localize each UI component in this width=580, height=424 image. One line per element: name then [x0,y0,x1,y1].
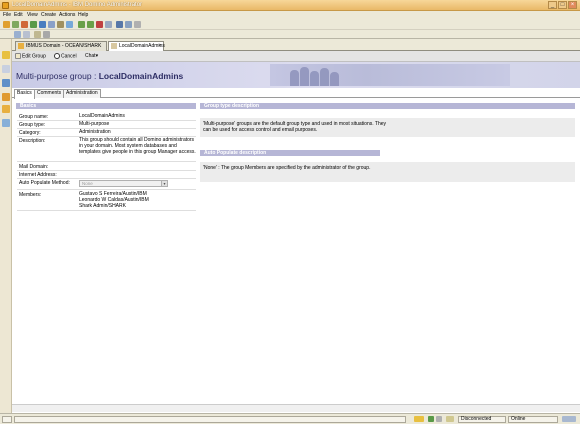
toolbar-secondary [0,30,580,39]
address-icon[interactable] [105,21,112,28]
tab-administration[interactable]: Administration [63,89,101,98]
figure [320,68,329,86]
auto-populate-description-text: 'None' : The group Members are specified… [200,162,575,182]
group-type-description-text: 'Multi-purpose' groups are the default g… [200,118,575,137]
banner-people-image [270,64,510,86]
close-window-button[interactable]: × [568,1,577,9]
group-type-value: Multi-purpose [79,121,110,127]
mail-status-icon[interactable] [414,416,424,422]
window-title: LocalDomainAdmins - IBM Domino Administr… [12,2,143,8]
minimize-button[interactable]: _ [548,1,557,9]
chevron-down-icon: ▾ [95,53,99,59]
status-bar: Disconnected Online [0,413,580,424]
attach-icon[interactable] [23,31,30,38]
contacts-bookmark-icon[interactable] [2,79,10,87]
auto-populate-description-header: Auto Populate description [200,150,380,156]
group-type-description-header: Group type description [200,103,575,109]
tab-label: IBMUS Domain - OCEAN/SHARK [26,43,102,49]
edit-group-button[interactable]: Edit Group [15,53,46,59]
description-value: This group should contain all Domino adm… [79,137,196,155]
member-item: Shark Admin/SHARK [79,203,126,209]
status-message [2,416,12,423]
tab-basics[interactable]: Basics [14,89,35,99]
status-text [14,416,406,423]
calendar-bookmark-icon[interactable] [2,65,10,73]
figure [300,67,309,86]
tools-icon[interactable] [116,21,123,28]
close-tab-icon[interactable]: × [158,42,161,50]
divider [17,170,196,171]
menu-actions[interactable]: Actions [59,12,75,18]
home-icon[interactable] [21,21,28,28]
menu-file[interactable]: File [3,12,11,18]
tab-ibmus-domain[interactable]: IBMUS Domain - OCEAN/SHARK [15,41,107,51]
divider [17,178,196,179]
bookmark-icon[interactable] [57,21,64,28]
document-icon[interactable] [14,31,21,38]
chat-button[interactable]: Chat▾ [85,53,98,59]
figure [330,72,339,86]
domain-icon [18,43,24,49]
forward-arrow-icon[interactable] [87,21,94,28]
page-title: Multi-purpose group : LocalDomainAdmins [16,71,184,81]
group-name-value: LocalDomainAdmins [79,113,125,119]
figure [310,71,319,86]
menu-edit[interactable]: Edit [14,12,23,18]
view-icon[interactable] [125,21,132,28]
forward-icon[interactable] [30,21,37,28]
arrow-status-icon[interactable] [428,416,434,422]
connection-status[interactable]: Disconnected [458,416,506,423]
print-icon[interactable] [66,21,73,28]
auto-populate-label: Auto Populate Method: [19,180,70,186]
group-document-icon [111,43,117,49]
category-value: Administration [79,129,111,135]
navigate-icon[interactable] [12,21,19,28]
menu-help[interactable]: Help [78,12,88,18]
title-bar: LocalDomainAdmins - IBM Domino Administr… [0,0,580,11]
description-label: Description: [19,138,46,144]
lock-status-icon[interactable] [436,416,442,422]
cancel-icon [54,53,60,59]
todo-bookmark-icon[interactable] [2,93,10,101]
mail-bookmark-icon[interactable] [2,51,10,59]
pencil-icon [15,53,21,59]
options-icon[interactable] [134,21,141,28]
divider [17,210,196,211]
inbox-status-icon[interactable] [562,416,576,422]
back-arrow-icon[interactable] [78,21,85,28]
page-banner: Multi-purpose group : LocalDomainAdmins [12,62,580,88]
divider [17,189,196,190]
divider [17,161,196,162]
tab-localdomainadmins[interactable]: LocalDomainAdmins × [108,41,165,51]
bookmark-bar [0,39,12,413]
basics-header: Basics [16,103,196,109]
menu-bar: File Edit View Create Actions Help [0,11,580,20]
document-tabs: IBMUS Domain - OCEAN/SHARK LocalDomainAd… [12,39,580,51]
horizontal-scrollbar[interactable] [12,404,580,412]
action-bar: Edit Group Cancel Chat▾ [12,51,580,62]
auto-populate-select[interactable]: None ▾ [79,180,168,187]
stop-icon[interactable] [96,21,103,28]
save-icon[interactable] [43,31,50,38]
chevron-down-icon: ▾ [161,181,167,186]
search-icon[interactable] [48,21,55,28]
form-tabs: Basics Comments Administration [12,88,580,99]
members-label: Members: [19,192,42,198]
replicator-bookmark-icon[interactable] [2,105,10,113]
cancel-button[interactable]: Cancel [54,53,77,59]
location-selector[interactable]: Online [508,416,558,423]
tab-comments[interactable]: Comments [34,89,65,98]
menu-create[interactable]: Create [41,12,56,18]
maximize-button[interactable]: □ [558,1,567,9]
toolbar-main [0,20,580,30]
databases-bookmark-icon[interactable] [2,119,10,127]
replication-status-icon[interactable] [446,416,454,422]
edit-icon[interactable] [34,31,41,38]
open-icon[interactable] [3,21,10,28]
menu-view[interactable]: View [27,12,38,18]
figure [290,70,299,86]
refresh-icon[interactable] [39,21,46,28]
domino-app-icon [2,2,9,9]
